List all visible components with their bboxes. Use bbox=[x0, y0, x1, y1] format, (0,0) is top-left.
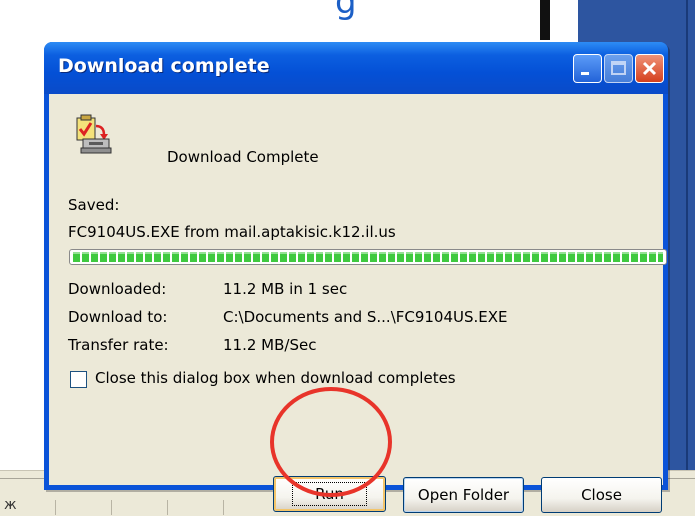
downloaded-value: 11.2 MB in 1 sec bbox=[223, 280, 348, 298]
saved-label: Saved: bbox=[68, 196, 120, 214]
close-button[interactable]: Close bbox=[541, 477, 662, 513]
title-bar[interactable]: Download complete bbox=[44, 42, 668, 94]
taskbar-cell bbox=[111, 500, 167, 515]
open-folder-button-label: Open Folder bbox=[417, 486, 510, 504]
transfer-rate-label: Transfer rate: bbox=[68, 336, 169, 354]
close-button-label: Close bbox=[581, 486, 622, 504]
run-button-label: Run bbox=[292, 482, 367, 506]
maximize-icon bbox=[611, 61, 626, 75]
close-on-complete-label[interactable]: Close this dialog box when download comp… bbox=[95, 369, 456, 387]
download-to-value: C:\Documents and S...\FC9104US.EXE bbox=[223, 308, 508, 326]
background-taskbar-cells bbox=[55, 500, 279, 515]
status-message: Download Complete bbox=[167, 148, 319, 166]
dialog-body: Download Complete Saved: FC9104US.EXE fr… bbox=[49, 94, 667, 513]
run-button[interactable]: Run bbox=[273, 476, 386, 512]
background-window-border bbox=[686, 0, 688, 470]
close-window-button[interactable] bbox=[635, 54, 664, 83]
close-on-complete-checkbox[interactable] bbox=[70, 371, 87, 388]
close-icon bbox=[642, 61, 657, 76]
download-progress-bar bbox=[69, 249, 667, 265]
download-to-label: Download to: bbox=[68, 308, 168, 326]
taskbar-cell bbox=[223, 500, 279, 515]
download-complete-dialog: Download complete Download Complete Save… bbox=[44, 42, 668, 513]
transfer-rate-value: 11.2 MB/Sec bbox=[223, 336, 317, 354]
maximize-button[interactable] bbox=[604, 54, 633, 83]
background-text-fragment: g bbox=[335, 0, 357, 22]
open-folder-button[interactable]: Open Folder bbox=[403, 477, 524, 513]
downloaded-label: Downloaded: bbox=[68, 280, 167, 298]
minimize-button[interactable] bbox=[573, 54, 602, 83]
dialog-title: Download complete bbox=[58, 55, 270, 77]
taskbar-cell bbox=[167, 500, 223, 515]
saved-file-source: FC9104US.EXE from mail.aptakisic.k12.il.… bbox=[68, 223, 396, 241]
taskbar-cell bbox=[55, 500, 111, 515]
background-taskbar-glyph: ж bbox=[4, 497, 17, 513]
progress-fill bbox=[73, 252, 663, 262]
minimize-icon bbox=[581, 72, 589, 75]
download-complete-icon bbox=[76, 114, 112, 154]
background-dark-bar bbox=[540, 0, 550, 40]
